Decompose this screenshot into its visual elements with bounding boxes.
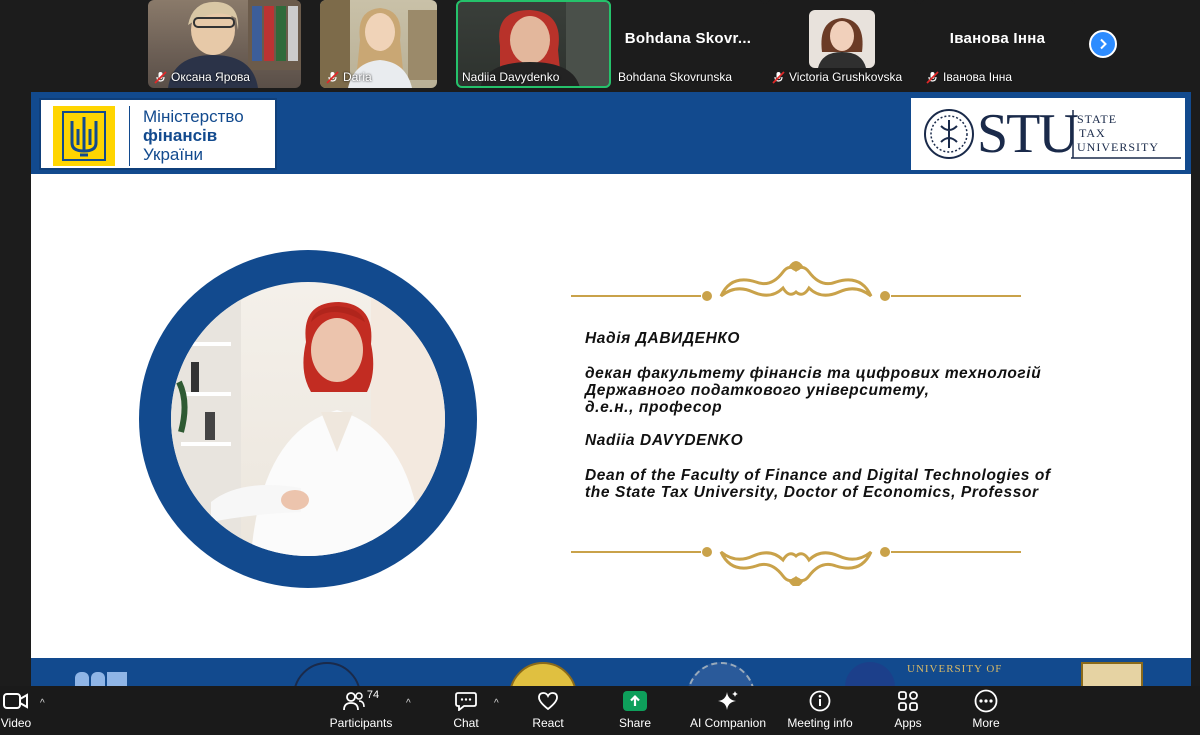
stu-logo: STU STATE TAX UNIVERSITY xyxy=(911,98,1185,170)
participant-tile[interactable]: Іванова Інна Іванова Інна xyxy=(920,0,1075,88)
video-options-caret[interactable]: ^ xyxy=(40,698,45,709)
participant-name: Victoria Grushkovska xyxy=(772,70,902,84)
university-emblem-icon xyxy=(924,109,974,159)
meeting-toolbar: Video ^ 74 Participants ^ Chat ^ React S… xyxy=(0,686,1200,735)
video-button[interactable]: Video xyxy=(0,686,36,735)
stu-frame-lines xyxy=(1071,110,1181,159)
ministry-logo: Міністерство фінансів України xyxy=(39,98,277,170)
speaker-photo xyxy=(171,282,445,556)
meeting-info-button[interactable]: Meeting info xyxy=(784,686,856,735)
speaker-title-ua: д.е.н., професор xyxy=(585,399,723,416)
ai-companion-button[interactable]: AI Companion xyxy=(688,686,768,735)
partner-seal-icon xyxy=(687,662,755,686)
apps-label: Apps xyxy=(894,716,922,730)
participant-display-name: Іванова Інна xyxy=(949,30,1046,47)
participant-name: Оксана Ярова xyxy=(154,70,250,84)
meeting-info-label: Meeting info xyxy=(787,716,853,730)
share-screen-button[interactable]: Share xyxy=(614,686,656,735)
video-label: Video xyxy=(0,716,32,730)
mic-muted-icon xyxy=(154,70,167,84)
react-label: React xyxy=(532,716,564,730)
participant-strip: Оксана Ярова Daria Nadiia Davydenko Bohd… xyxy=(0,0,1200,92)
video-camera-icon xyxy=(3,693,28,709)
partner-seal-icon xyxy=(293,662,361,686)
info-icon xyxy=(809,690,831,712)
apps-icon xyxy=(898,691,918,711)
participant-tile[interactable]: Daria xyxy=(320,0,437,88)
participants-button[interactable]: 74 Participants xyxy=(326,686,396,735)
speaker-title-ua: Державного податкового університету, xyxy=(585,382,930,399)
chat-options-caret[interactable]: ^ xyxy=(494,698,499,709)
participants-count: 74 xyxy=(366,689,380,701)
participant-name: Bohdana Skovrunska xyxy=(618,70,733,84)
participant-name: Daria xyxy=(326,70,372,84)
participant-display-name: Bohdana Skovr... xyxy=(624,30,752,47)
speaker-name-ua: Надія ДАВИДЕНКО xyxy=(585,330,740,347)
speaker-photo-frame xyxy=(139,250,477,588)
share-screen-icon xyxy=(623,691,647,711)
heart-icon xyxy=(538,692,558,711)
speaker-name-en: Nadiia DAVYDENKO xyxy=(585,432,744,449)
more-icon xyxy=(974,689,998,713)
participants-label: Participants xyxy=(329,716,393,730)
mic-muted-icon xyxy=(772,70,785,84)
ornament-divider-top xyxy=(571,261,1021,301)
chat-button[interactable]: Chat xyxy=(446,686,486,735)
shared-screen: Міністерство фінансів України STU STATE … xyxy=(31,92,1191,686)
share-label: Share xyxy=(618,716,652,730)
speaker-bio: Надія ДАВИДЕНКО декан факультету фінансі… xyxy=(585,330,1185,501)
mic-muted-icon xyxy=(926,70,939,84)
participant-tile[interactable]: Оксана Ярова xyxy=(148,0,301,88)
participant-tile[interactable]: Bohdana Skovr... Bohdana Skovrunska xyxy=(612,0,764,88)
next-participants-button[interactable] xyxy=(1089,30,1117,58)
react-button[interactable]: React xyxy=(528,686,568,735)
chat-label: Chat xyxy=(453,716,479,730)
divider xyxy=(129,106,130,166)
partner-seal-icon xyxy=(845,662,895,686)
ornament-divider-bottom xyxy=(571,547,1021,586)
participants-icon xyxy=(342,692,365,711)
participant-tile[interactable]: Victoria Grushkovska xyxy=(766,0,918,88)
participant-tile-active-speaker[interactable]: Nadiia Davydenko xyxy=(456,0,611,88)
speaker-title-en: the State Tax University, Doctor of Econ… xyxy=(585,484,1039,501)
participant-name: Іванова Інна xyxy=(926,70,1012,84)
speaker-title-en: Dean of the Faculty of Finance and Digit… xyxy=(585,467,1051,484)
ministry-name: Міністерство фінансів України xyxy=(143,107,244,164)
more-button[interactable]: More xyxy=(966,686,1006,735)
partner-seal-icon xyxy=(509,662,577,686)
partner-logo-icon xyxy=(75,672,127,686)
trident-icon xyxy=(53,106,115,166)
college-logo-icon xyxy=(1081,662,1143,686)
ai-companion-label: AI Companion xyxy=(689,716,767,730)
slide-footer-logos: UNIVERSITY OF xyxy=(31,658,1191,686)
chat-icon xyxy=(455,692,477,711)
mic-muted-icon xyxy=(326,70,339,84)
participants-options-caret[interactable]: ^ xyxy=(406,698,411,709)
apps-button[interactable]: Apps xyxy=(888,686,928,735)
stu-letters: STU xyxy=(977,103,1079,165)
speaker-title-ua: декан факультету фінансів та цифрових те… xyxy=(585,365,1042,382)
slide-header: Міністерство фінансів України STU STATE … xyxy=(31,92,1191,174)
more-label: More xyxy=(972,716,1000,730)
ai-sparkle-icon xyxy=(718,691,738,710)
participant-name: Nadiia Davydenko xyxy=(462,70,560,84)
chevron-right-icon xyxy=(1100,38,1107,50)
partner-university-text: UNIVERSITY OF xyxy=(907,663,1003,675)
